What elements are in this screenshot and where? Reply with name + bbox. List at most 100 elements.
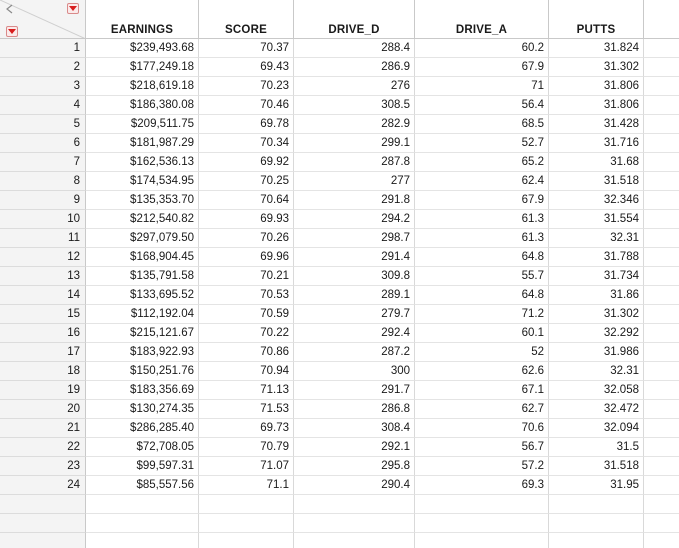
cell-empty[interactable]: [86, 533, 199, 548]
cell-earnings[interactable]: $239,493.68: [86, 39, 199, 58]
table-row[interactable]: 12 $168,904.45 69.96 291.4 64.8 31.788: [0, 248, 679, 267]
cell-score[interactable]: 71.1: [199, 476, 294, 495]
cell-earnings[interactable]: $286,285.40: [86, 419, 199, 438]
cell-drive-a[interactable]: 55.7: [415, 267, 549, 286]
cell-putts[interactable]: 31.302: [549, 305, 644, 324]
column-header-putts[interactable]: PUTTS: [549, 0, 644, 39]
column-header-score[interactable]: SCORE: [199, 0, 294, 39]
table-row[interactable]: 9 $135,353.70 70.64 291.8 67.9 32.346: [0, 191, 679, 210]
cell-earnings[interactable]: $135,791.58: [86, 267, 199, 286]
cell-drive-a[interactable]: 56.7: [415, 438, 549, 457]
table-row[interactable]: 7 $162,536.13 69.92 287.8 65.2 31.68: [0, 153, 679, 172]
cell-score[interactable]: 70.46: [199, 96, 294, 115]
table-row[interactable]: 22 $72,708.05 70.79 292.1 56.7 31.5: [0, 438, 679, 457]
cell-putts[interactable]: 31.68: [549, 153, 644, 172]
cell-drive-a[interactable]: 60.1: [415, 324, 549, 343]
cell-empty[interactable]: [549, 514, 644, 533]
cell-drive-d[interactable]: 290.4: [294, 476, 415, 495]
table-row[interactable]: 21 $286,285.40 69.73 308.4 70.6 32.094: [0, 419, 679, 438]
cell-drive-a[interactable]: 52.7: [415, 134, 549, 153]
row-number[interactable]: 1: [0, 39, 86, 58]
arrow-left-icon[interactable]: [6, 4, 13, 14]
table-row[interactable]: 11 $297,079.50 70.26 298.7 61.3 32.31: [0, 229, 679, 248]
cell-score[interactable]: 70.86: [199, 343, 294, 362]
cell-drive-d[interactable]: 286.8: [294, 400, 415, 419]
cell-empty[interactable]: [549, 533, 644, 548]
table-row[interactable]: 6 $181,987.29 70.34 299.1 52.7 31.716: [0, 134, 679, 153]
cell-earnings[interactable]: $168,904.45: [86, 248, 199, 267]
cell-putts[interactable]: 31.806: [549, 77, 644, 96]
cell-drive-d[interactable]: 299.1: [294, 134, 415, 153]
cell-drive-d[interactable]: 279.7: [294, 305, 415, 324]
cell-score[interactable]: 70.34: [199, 134, 294, 153]
cell-score[interactable]: 70.79: [199, 438, 294, 457]
cell-drive-d[interactable]: 300: [294, 362, 415, 381]
cell-drive-a[interactable]: 52: [415, 343, 549, 362]
table-row[interactable]: 15 $112,192.04 70.59 279.7 71.2 31.302: [0, 305, 679, 324]
cell-drive-d[interactable]: 286.9: [294, 58, 415, 77]
table-row[interactable]: 24 $85,557.56 71.1 290.4 69.3 31.95: [0, 476, 679, 495]
row-number[interactable]: 10: [0, 210, 86, 229]
cell-empty[interactable]: [199, 533, 294, 548]
row-number[interactable]: 21: [0, 419, 86, 438]
cell-empty[interactable]: [294, 495, 415, 514]
cell-putts[interactable]: 31.95: [549, 476, 644, 495]
row-number[interactable]: 18: [0, 362, 86, 381]
row-number[interactable]: 6: [0, 134, 86, 153]
cell-putts[interactable]: 31.5: [549, 438, 644, 457]
cell-score[interactable]: 70.53: [199, 286, 294, 305]
cell-drive-a[interactable]: 60.2: [415, 39, 549, 58]
row-number[interactable]: 15: [0, 305, 86, 324]
cell-putts[interactable]: 32.058: [549, 381, 644, 400]
cell-drive-a[interactable]: 67.9: [415, 191, 549, 210]
cell-putts[interactable]: 32.472: [549, 400, 644, 419]
row-number[interactable]: 20: [0, 400, 86, 419]
cell-drive-a[interactable]: 56.4: [415, 96, 549, 115]
cell-earnings[interactable]: $85,557.56: [86, 476, 199, 495]
table-row[interactable]: 19 $183,356.69 71.13 291.7 67.1 32.058: [0, 381, 679, 400]
cell-score[interactable]: 70.64: [199, 191, 294, 210]
cell-score[interactable]: 69.73: [199, 419, 294, 438]
cell-drive-d[interactable]: 295.8: [294, 457, 415, 476]
table-row[interactable]: 13 $135,791.58 70.21 309.8 55.7 31.734: [0, 267, 679, 286]
cell-score[interactable]: 70.25: [199, 172, 294, 191]
cell-earnings[interactable]: $183,922.93: [86, 343, 199, 362]
cell-earnings[interactable]: $150,251.76: [86, 362, 199, 381]
cell-empty[interactable]: [415, 495, 549, 514]
cell-earnings[interactable]: $135,353.70: [86, 191, 199, 210]
cell-drive-a[interactable]: 71.2: [415, 305, 549, 324]
cell-putts[interactable]: 31.716: [549, 134, 644, 153]
row-number[interactable]: 19: [0, 381, 86, 400]
cell-putts[interactable]: 31.554: [549, 210, 644, 229]
cell-earnings[interactable]: $72,708.05: [86, 438, 199, 457]
row-number[interactable]: 5: [0, 115, 86, 134]
row-number[interactable]: 16: [0, 324, 86, 343]
cell-score[interactable]: 70.26: [199, 229, 294, 248]
cell-drive-d[interactable]: 309.8: [294, 267, 415, 286]
empty-row[interactable]: [0, 533, 679, 548]
cell-drive-a[interactable]: 64.8: [415, 248, 549, 267]
cell-earnings[interactable]: $212,540.82: [86, 210, 199, 229]
row-number[interactable]: 17: [0, 343, 86, 362]
cell-score[interactable]: 70.23: [199, 77, 294, 96]
cell-putts[interactable]: 32.31: [549, 229, 644, 248]
row-number[interactable]: 23: [0, 457, 86, 476]
cell-earnings[interactable]: $162,536.13: [86, 153, 199, 172]
cell-putts[interactable]: 31.428: [549, 115, 644, 134]
row-number[interactable]: 13: [0, 267, 86, 286]
row-number[interactable]: 9: [0, 191, 86, 210]
cell-score[interactable]: 70.21: [199, 267, 294, 286]
cell-empty[interactable]: [86, 514, 199, 533]
row-number-empty[interactable]: [0, 495, 86, 514]
cell-drive-a[interactable]: 62.6: [415, 362, 549, 381]
cell-drive-a[interactable]: 57.2: [415, 457, 549, 476]
cell-score[interactable]: 69.96: [199, 248, 294, 267]
cell-putts[interactable]: 31.806: [549, 96, 644, 115]
cell-drive-d[interactable]: 292.4: [294, 324, 415, 343]
cell-empty[interactable]: [199, 514, 294, 533]
cell-score[interactable]: 71.53: [199, 400, 294, 419]
cell-empty[interactable]: [294, 533, 415, 548]
cell-putts[interactable]: 31.518: [549, 172, 644, 191]
row-number[interactable]: 22: [0, 438, 86, 457]
table-row[interactable]: 16 $215,121.67 70.22 292.4 60.1 32.292: [0, 324, 679, 343]
